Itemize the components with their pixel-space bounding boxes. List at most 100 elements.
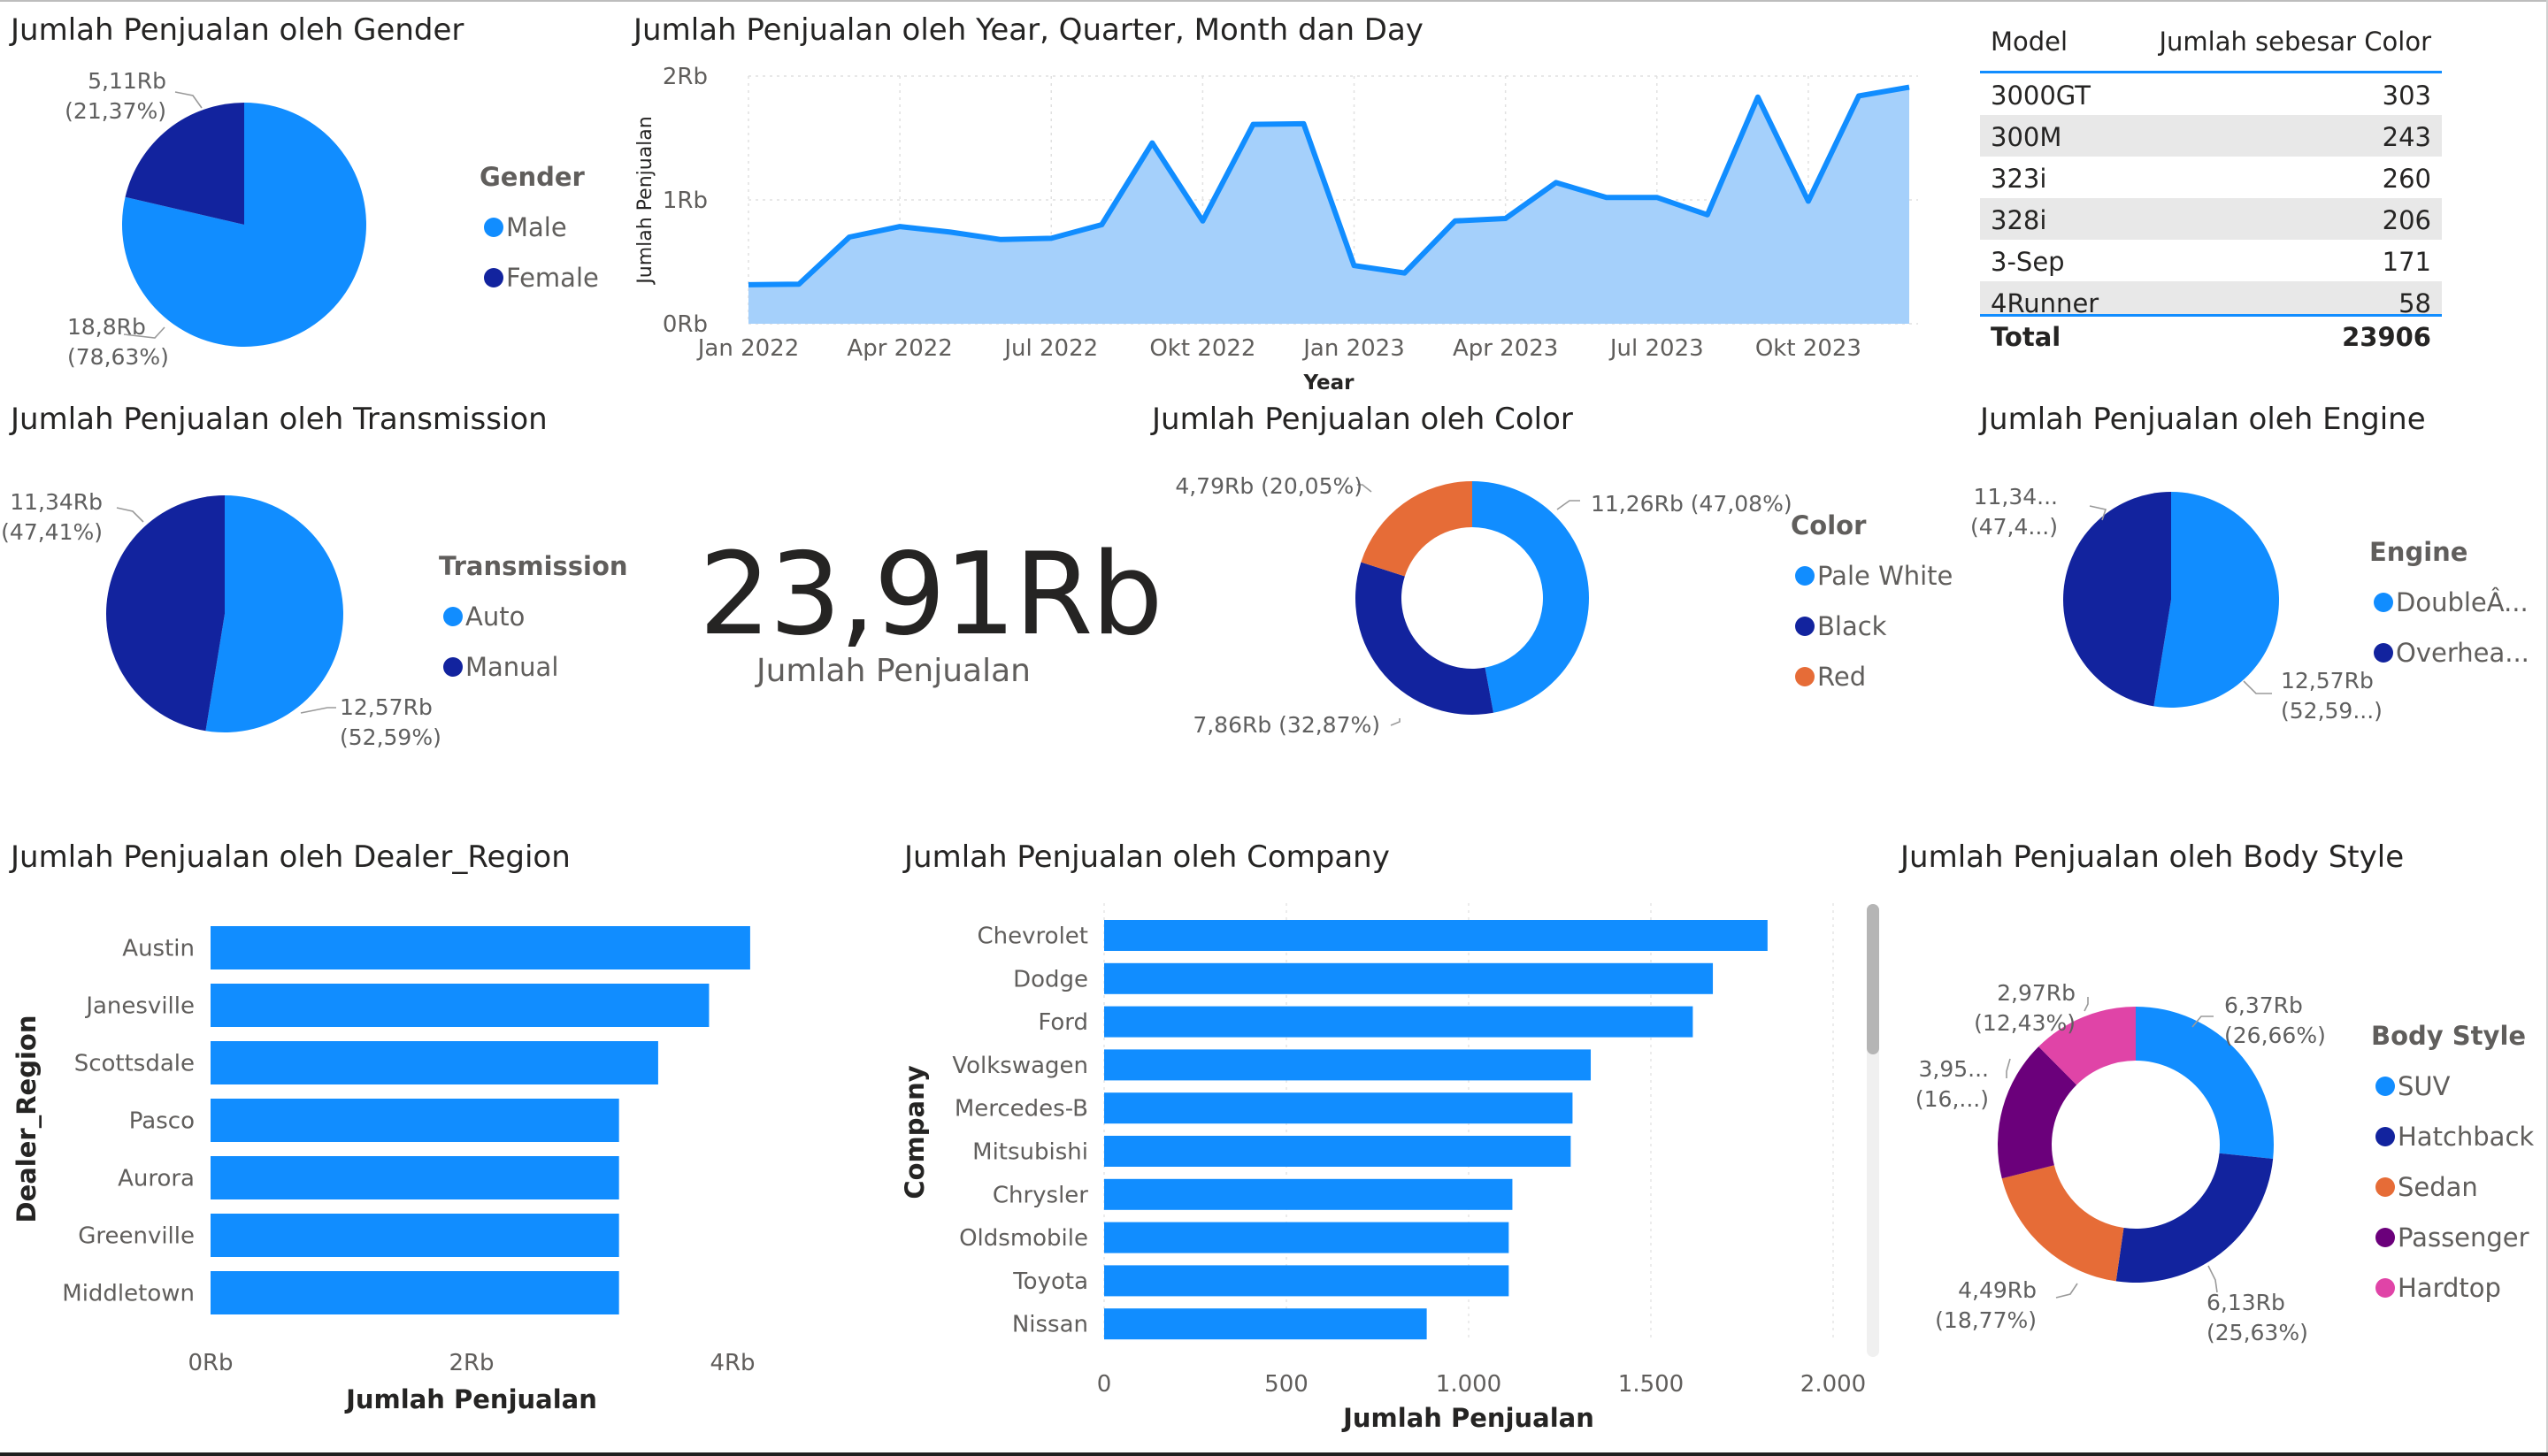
region-bar[interactable] bbox=[211, 1214, 619, 1257]
company-y-axis-title: Company bbox=[900, 1065, 930, 1199]
company-category-label: Chevrolet bbox=[978, 923, 1088, 950]
engine-pie-visual[interactable]: Jumlah Penjualan oleh Engine 12,57Rb (52,… bbox=[1970, 389, 2548, 787]
table-row[interactable]: 323i 260 bbox=[1980, 157, 2442, 198]
engine-data-label-pct: (52,59...) bbox=[2281, 698, 2383, 724]
region-bar[interactable] bbox=[211, 926, 750, 969]
transmission-pie-chart[interactable]: 12,57Rb (52,59%) 11,34Rb (47,41%) Transmissi… bbox=[0, 389, 672, 787]
company-bar[interactable] bbox=[1104, 1178, 1513, 1210]
timeline-area-visual[interactable]: Jumlah Penjualan oleh Year, Quarter, Mon… bbox=[619, 0, 1929, 398]
body-legend-item: SUV bbox=[2398, 1071, 2451, 1101]
color-slice-2[interactable] bbox=[1361, 481, 1472, 577]
region-bar[interactable] bbox=[211, 1041, 658, 1084]
body-legend-marker bbox=[2375, 1278, 2395, 1298]
color-legend-title: Color bbox=[1791, 510, 1867, 540]
cell-model: 3000GT bbox=[1991, 80, 2091, 111]
company-x-tick: 500 bbox=[1264, 1371, 1309, 1398]
engine-slice-0[interactable] bbox=[2153, 492, 2280, 708]
company-bar-visual[interactable]: Jumlah Penjualan oleh Company 0 500 1.000 1… bbox=[894, 827, 1884, 1437]
company-x-tick: 1.000 bbox=[1436, 1371, 1501, 1398]
dealer-region-bar-visual[interactable]: Jumlah Penjualan oleh Dealer_Region 0Rb 2… bbox=[0, 827, 885, 1429]
company-bar[interactable] bbox=[1104, 920, 1768, 951]
column-header-color[interactable]: Jumlah sebesar Color bbox=[2159, 27, 2431, 57]
company-bar[interactable] bbox=[1104, 1006, 1693, 1038]
region-category-label: Middletown bbox=[62, 1281, 195, 1307]
color-legend-marker bbox=[1795, 617, 1815, 636]
body-style-donut-visual[interactable]: Jumlah Penjualan oleh Body Style 6,37Rb(… bbox=[1893, 827, 2548, 1429]
company-category-label: Chrysler bbox=[993, 1182, 1088, 1208]
timeline-x-tick: Apr 2022 bbox=[847, 335, 952, 362]
transmission-pie-visual[interactable]: Jumlah Penjualan oleh Transmission 12,57… bbox=[0, 389, 672, 787]
table-header: Model Jumlah sebesar Color bbox=[1980, 23, 2442, 73]
engine-data-label: 11,34... bbox=[1974, 484, 2058, 510]
table-row[interactable]: 300M 243 bbox=[1980, 115, 2442, 157]
company-scrollbar-thumb[interactable] bbox=[1867, 904, 1879, 1054]
timeline-area-chart[interactable]: 0Rb 1Rb 2Rb Jan 2022 Apr 2022 Jul 2022 Okt 202… bbox=[619, 0, 1929, 398]
transmission-slice-1[interactable] bbox=[106, 495, 226, 732]
body-style-donut-chart[interactable]: 6,37Rb (26,66%) 6,13Rb (25,63%) 4,49Rb (18,77… bbox=[1893, 827, 2548, 1429]
gender-data-label-pct: (78,63%) bbox=[67, 344, 169, 370]
region-bar[interactable] bbox=[211, 1156, 619, 1199]
company-bar[interactable] bbox=[1104, 962, 1714, 994]
gender-legend-item: Female bbox=[506, 263, 599, 293]
body-label-leader bbox=[2084, 997, 2089, 1012]
table-row[interactable]: 3000GT 303 bbox=[1980, 73, 2442, 115]
gender-data-label: 5,11Rb bbox=[88, 68, 166, 94]
engine-legend-item: DoubleÂ... bbox=[2396, 587, 2529, 617]
company-bar[interactable] bbox=[1104, 1222, 1509, 1253]
company-category-label: Toyota bbox=[1012, 1268, 1088, 1295]
company-bar[interactable] bbox=[1104, 1308, 1427, 1340]
table-row[interactable]: 328i 206 bbox=[1980, 198, 2442, 240]
company-x-tick: 1.500 bbox=[1618, 1371, 1684, 1398]
dealer-region-bar-chart[interactable]: 0Rb 2Rb 4Rb Austin Janesville Scottsdale Pasco… bbox=[0, 827, 885, 1429]
region-bar[interactable] bbox=[211, 984, 710, 1027]
color-slice-0[interactable] bbox=[1472, 481, 1589, 713]
region-category-label: Austin bbox=[122, 936, 195, 962]
kpi-value: 23,91Rb bbox=[699, 529, 1163, 661]
table-row[interactable]: 3-Sep 171 bbox=[1980, 240, 2442, 281]
engine-data-label: 12,57Rb bbox=[2281, 668, 2374, 694]
region-x-tick: 0Rb bbox=[188, 1350, 233, 1376]
timeline-x-tick: Jan 2023 bbox=[1301, 335, 1405, 362]
cell-color-count: 171 bbox=[2382, 247, 2431, 277]
cell-model: 328i bbox=[1991, 205, 2047, 235]
region-bar[interactable] bbox=[211, 1099, 619, 1142]
transmission-legend-marker bbox=[443, 657, 463, 677]
engine-legend-item: Overhea... bbox=[2396, 638, 2529, 668]
table-body[interactable]: 3000GT 303 300M 243 323i 260 328i 206 3-Sep 171 4R… bbox=[1980, 73, 2442, 314]
company-category-label: Dodge bbox=[1013, 966, 1088, 992]
color-label-leader bbox=[1390, 718, 1401, 726]
color-legend-marker bbox=[1795, 566, 1815, 586]
table-row[interactable]: 4Runner 58 bbox=[1980, 281, 2442, 314]
body-legend-item: Passenger bbox=[2398, 1222, 2529, 1253]
region-bar[interactable] bbox=[211, 1271, 619, 1314]
body-legend-marker bbox=[2375, 1077, 2395, 1096]
gender-pie-visual[interactable]: Jumlah Penjualan oleh Gender 18,8Rb (78,6… bbox=[0, 0, 619, 389]
company-bar[interactable] bbox=[1104, 1092, 1573, 1124]
company-bar-chart[interactable]: 0 500 1.000 1.500 2.000 Chevrolet Dodge Ford Vol… bbox=[894, 827, 1884, 1437]
color-donut-visual[interactable]: Jumlah Penjualan oleh Color 11,26Rb (47,… bbox=[1141, 389, 1973, 787]
company-x-tick: 0 bbox=[1097, 1371, 1112, 1398]
company-bar[interactable] bbox=[1104, 1049, 1592, 1081]
color-donut-chart[interactable]: 11,26Rb (47,08%) 7,86Rb (32,87%) 4,79Rb (2… bbox=[1141, 389, 1973, 787]
company-bar[interactable] bbox=[1104, 1136, 1571, 1167]
transmission-slice-0[interactable] bbox=[205, 495, 344, 732]
engine-label-leader bbox=[2243, 680, 2272, 694]
company-x-axis-title: Jumlah Penjualan bbox=[1341, 1403, 1594, 1433]
company-bar[interactable] bbox=[1104, 1265, 1509, 1297]
column-header-model[interactable]: Model bbox=[1991, 27, 2068, 57]
engine-slice-1[interactable] bbox=[2063, 492, 2171, 707]
engine-pie-chart[interactable]: 12,57Rb (52,59...) 11,34... (47,4...) Engine… bbox=[1970, 389, 2548, 787]
gender-pie-chart[interactable]: 18,8Rb (78,63%) 5,11Rb (21,37%) Gender Male Fe… bbox=[0, 0, 619, 389]
company-category-label: Mitsubishi bbox=[972, 1139, 1088, 1166]
body-slice-2[interactable] bbox=[2001, 1165, 2124, 1282]
body-legend-item: Hardtop bbox=[2398, 1273, 2501, 1303]
body-slice-1[interactable] bbox=[2115, 1153, 2274, 1283]
model-table[interactable]: Model Jumlah sebesar Color 3000GT 303 300M… bbox=[1980, 23, 2442, 357]
color-slice-1[interactable] bbox=[1355, 562, 1493, 715]
body-data-label: 4,49Rb bbox=[1958, 1277, 2037, 1303]
timeline-x-tick: Okt 2023 bbox=[1755, 335, 1861, 362]
body-data-label-pct: (25,63%) bbox=[2206, 1320, 2308, 1345]
kpi-label: Jumlah Penjualan bbox=[756, 653, 1031, 689]
transmission-data-label-pct: (52,59%) bbox=[340, 724, 441, 750]
body-label-leader bbox=[2207, 1265, 2218, 1293]
